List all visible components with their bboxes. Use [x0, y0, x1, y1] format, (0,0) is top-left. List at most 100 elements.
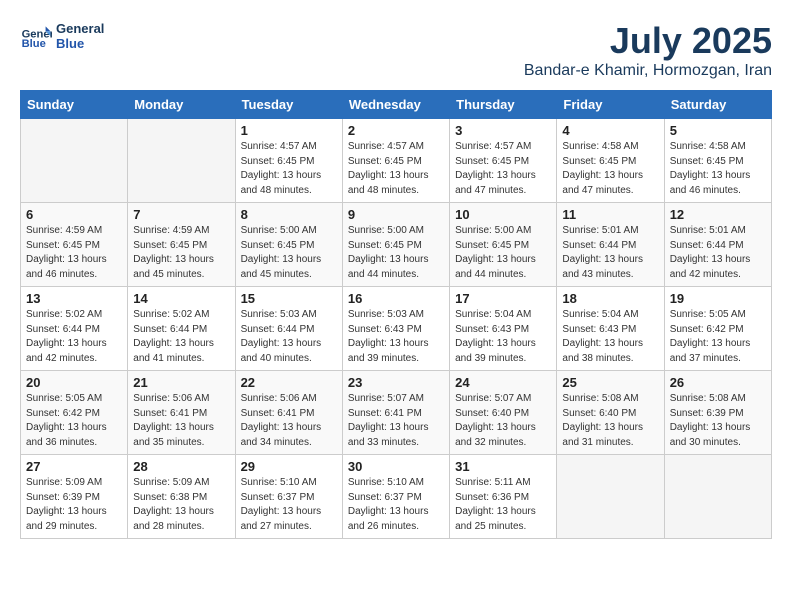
day-number: 7 [133, 207, 229, 222]
day-info: Sunrise: 4:57 AM Sunset: 6:45 PM Dayligh… [455, 140, 551, 198]
calendar-cell: 15 Sunrise: 5:03 AM Sunset: 6:44 PM Dayli… [235, 287, 342, 371]
day-number: 25 [562, 375, 658, 390]
day-info: Sunrise: 4:59 AM Sunset: 6:45 PM Dayligh… [26, 224, 122, 282]
day-number: 28 [133, 459, 229, 474]
day-number: 8 [241, 207, 337, 222]
calendar-header-row: SundayMondayTuesdayWednesdayThursdayFrid… [21, 91, 772, 119]
day-info: Sunrise: 5:03 AM Sunset: 6:43 PM Dayligh… [348, 308, 444, 366]
day-info: Sunrise: 4:59 AM Sunset: 6:45 PM Dayligh… [133, 224, 229, 282]
weekday-header-thursday: Thursday [450, 91, 557, 119]
day-number: 24 [455, 375, 551, 390]
weekday-header-saturday: Saturday [664, 91, 771, 119]
day-number: 5 [670, 123, 766, 138]
day-number: 1 [241, 123, 337, 138]
day-number: 6 [26, 207, 122, 222]
svg-text:Blue: Blue [22, 38, 46, 50]
day-number: 18 [562, 291, 658, 306]
day-number: 3 [455, 123, 551, 138]
day-info: Sunrise: 5:09 AM Sunset: 6:39 PM Dayligh… [26, 476, 122, 534]
day-info: Sunrise: 5:08 AM Sunset: 6:40 PM Dayligh… [562, 392, 658, 450]
calendar-cell: 28 Sunrise: 5:09 AM Sunset: 6:38 PM Dayli… [128, 455, 235, 539]
calendar-cell: 13 Sunrise: 5:02 AM Sunset: 6:44 PM Dayli… [21, 287, 128, 371]
day-info: Sunrise: 5:03 AM Sunset: 6:44 PM Dayligh… [241, 308, 337, 366]
calendar-cell: 9 Sunrise: 5:00 AM Sunset: 6:45 PM Daylig… [342, 203, 449, 287]
weekday-header-tuesday: Tuesday [235, 91, 342, 119]
day-info: Sunrise: 5:00 AM Sunset: 6:45 PM Dayligh… [348, 224, 444, 282]
location-title: Bandar-e Khamir, Hormozgan, Iran [524, 62, 772, 80]
calendar-cell [128, 119, 235, 203]
calendar-week-1: 1 Sunrise: 4:57 AM Sunset: 6:45 PM Daylig… [21, 119, 772, 203]
day-info: Sunrise: 5:00 AM Sunset: 6:45 PM Dayligh… [241, 224, 337, 282]
logo-general-text: General [56, 21, 104, 36]
calendar-week-5: 27 Sunrise: 5:09 AM Sunset: 6:39 PM Dayli… [21, 455, 772, 539]
logo-blue-text: Blue [56, 36, 104, 51]
calendar-cell: 4 Sunrise: 4:58 AM Sunset: 6:45 PM Daylig… [557, 119, 664, 203]
day-number: 16 [348, 291, 444, 306]
calendar-cell: 10 Sunrise: 5:00 AM Sunset: 6:45 PM Dayli… [450, 203, 557, 287]
day-info: Sunrise: 5:10 AM Sunset: 6:37 PM Dayligh… [241, 476, 337, 534]
day-info: Sunrise: 5:02 AM Sunset: 6:44 PM Dayligh… [133, 308, 229, 366]
day-info: Sunrise: 5:02 AM Sunset: 6:44 PM Dayligh… [26, 308, 122, 366]
calendar-cell: 21Sunrise: 5:06 AM Sunset: 6:41 PM Dayli… [128, 371, 235, 455]
day-number: 14 [133, 291, 229, 306]
day-info: Sunrise: 5:08 AM Sunset: 6:39 PM Dayligh… [670, 392, 766, 450]
day-number: 10 [455, 207, 551, 222]
calendar-week-4: 20Sunrise: 5:05 AM Sunset: 6:42 PM Dayli… [21, 371, 772, 455]
title-block: July 2025 Bandar-e Khamir, Hormozgan, Ir… [524, 20, 772, 80]
day-number: 11 [562, 207, 658, 222]
calendar-cell: 26Sunrise: 5:08 AM Sunset: 6:39 PM Dayli… [664, 371, 771, 455]
day-info: Sunrise: 5:00 AM Sunset: 6:45 PM Dayligh… [455, 224, 551, 282]
day-number: 17 [455, 291, 551, 306]
weekday-header-sunday: Sunday [21, 91, 128, 119]
calendar-cell [21, 119, 128, 203]
day-number: 4 [562, 123, 658, 138]
day-info: Sunrise: 5:01 AM Sunset: 6:44 PM Dayligh… [670, 224, 766, 282]
logo: General Blue General Blue [20, 20, 104, 52]
day-info: Sunrise: 5:06 AM Sunset: 6:41 PM Dayligh… [133, 392, 229, 450]
day-number: 13 [26, 291, 122, 306]
calendar-cell: 27 Sunrise: 5:09 AM Sunset: 6:39 PM Dayli… [21, 455, 128, 539]
calendar-cell: 25 Sunrise: 5:08 AM Sunset: 6:40 PM Dayli… [557, 371, 664, 455]
calendar-cell: 3 Sunrise: 4:57 AM Sunset: 6:45 PM Daylig… [450, 119, 557, 203]
day-info: Sunrise: 5:05 AM Sunset: 6:42 PM Dayligh… [670, 308, 766, 366]
day-info: Sunrise: 5:06 AM Sunset: 6:41 PM Dayligh… [241, 392, 337, 450]
calendar-cell: 19Sunrise: 5:05 AM Sunset: 6:42 PM Dayli… [664, 287, 771, 371]
day-number: 9 [348, 207, 444, 222]
calendar-cell [557, 455, 664, 539]
calendar-table: SundayMondayTuesdayWednesdayThursdayFrid… [20, 90, 772, 539]
calendar-cell: 5Sunrise: 4:58 AM Sunset: 6:45 PM Daylig… [664, 119, 771, 203]
day-info: Sunrise: 5:07 AM Sunset: 6:41 PM Dayligh… [348, 392, 444, 450]
calendar-week-2: 6 Sunrise: 4:59 AM Sunset: 6:45 PM Daylig… [21, 203, 772, 287]
day-number: 12 [670, 207, 766, 222]
day-number: 29 [241, 459, 337, 474]
day-number: 2 [348, 123, 444, 138]
calendar-cell: 2 Sunrise: 4:57 AM Sunset: 6:45 PM Daylig… [342, 119, 449, 203]
day-info: Sunrise: 5:07 AM Sunset: 6:40 PM Dayligh… [455, 392, 551, 450]
calendar-cell: 20Sunrise: 5:05 AM Sunset: 6:42 PM Dayli… [21, 371, 128, 455]
day-number: 27 [26, 459, 122, 474]
calendar-cell: 16 Sunrise: 5:03 AM Sunset: 6:43 PM Dayli… [342, 287, 449, 371]
day-number: 15 [241, 291, 337, 306]
calendar-cell: 17Sunrise: 5:04 AM Sunset: 6:43 PM Dayli… [450, 287, 557, 371]
day-info: Sunrise: 4:57 AM Sunset: 6:45 PM Dayligh… [241, 140, 337, 198]
calendar-cell: 12 Sunrise: 5:01 AM Sunset: 6:44 PM Dayli… [664, 203, 771, 287]
day-info: Sunrise: 5:11 AM Sunset: 6:36 PM Dayligh… [455, 476, 551, 534]
day-number: 30 [348, 459, 444, 474]
weekday-header-wednesday: Wednesday [342, 91, 449, 119]
calendar-cell: 24 Sunrise: 5:07 AM Sunset: 6:40 PM Dayli… [450, 371, 557, 455]
weekday-header-friday: Friday [557, 91, 664, 119]
month-title: July 2025 [524, 20, 772, 62]
day-info: Sunrise: 4:57 AM Sunset: 6:45 PM Dayligh… [348, 140, 444, 198]
day-info: Sunrise: 4:58 AM Sunset: 6:45 PM Dayligh… [562, 140, 658, 198]
page-header: General Blue General Blue July 2025 Band… [20, 20, 772, 80]
day-info: Sunrise: 5:09 AM Sunset: 6:38 PM Dayligh… [133, 476, 229, 534]
calendar-cell: 31Sunrise: 5:11 AM Sunset: 6:36 PM Dayli… [450, 455, 557, 539]
calendar-cell: 11Sunrise: 5:01 AM Sunset: 6:44 PM Dayli… [557, 203, 664, 287]
calendar-cell: 7 Sunrise: 4:59 AM Sunset: 6:45 PM Daylig… [128, 203, 235, 287]
day-info: Sunrise: 5:10 AM Sunset: 6:37 PM Dayligh… [348, 476, 444, 534]
calendar-cell: 1 Sunrise: 4:57 AM Sunset: 6:45 PM Daylig… [235, 119, 342, 203]
weekday-header-monday: Monday [128, 91, 235, 119]
calendar-cell: 23Sunrise: 5:07 AM Sunset: 6:41 PM Dayli… [342, 371, 449, 455]
day-info: Sunrise: 5:04 AM Sunset: 6:43 PM Dayligh… [562, 308, 658, 366]
day-number: 20 [26, 375, 122, 390]
